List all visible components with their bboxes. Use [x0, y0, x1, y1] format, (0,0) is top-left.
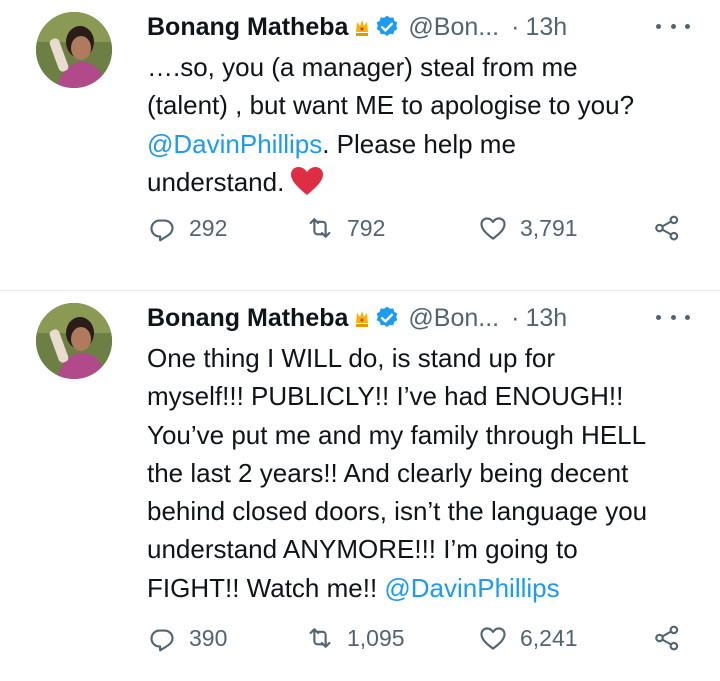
reply-icon: [150, 629, 174, 652]
crown-emoji-icon: [356, 311, 369, 327]
avatar-image: [36, 303, 112, 379]
crown-emoji-icon: [356, 20, 369, 36]
share-button[interactable]: [652, 623, 682, 653]
like-count: 3,791: [520, 214, 578, 241]
share-icon: [655, 215, 679, 241]
tweet-text-part: One thing I WILL do, is stand up for mys…: [147, 343, 648, 603]
tweet[interactable]: Bonang Matheba @Bon... · 13h ….so, you (…: [0, 0, 720, 291]
timestamp[interactable]: 13h: [525, 13, 567, 42]
retweet-count: 792: [347, 214, 386, 241]
tweet-text: ….so, you (a manager) steal from me (tal…: [147, 48, 704, 201]
verified-badge-icon: [377, 306, 398, 327]
red-heart-emoji-icon: [291, 166, 324, 195]
author-handle[interactable]: @Bon...: [408, 13, 499, 42]
avatar[interactable]: [36, 303, 112, 379]
retweet-count: 1,095: [347, 624, 405, 651]
author-name[interactable]: Bonang Matheba: [147, 304, 348, 333]
mention-link[interactable]: @DavinPhillips: [384, 573, 559, 603]
separator-dot: ·: [511, 12, 520, 41]
share-button[interactable]: [652, 213, 682, 243]
more-options-icon[interactable]: [656, 16, 690, 36]
reply-icon: [150, 219, 174, 242]
reply-count: 292: [189, 214, 228, 241]
retweet-button[interactable]: 792: [305, 213, 385, 243]
like-icon: [480, 627, 506, 650]
separator-dot: ·: [511, 303, 520, 332]
reply-button[interactable]: 292: [147, 213, 227, 243]
tweet-text-part: ….so, you (a manager) steal from me (tal…: [147, 52, 635, 121]
mention-link[interactable]: @DavinPhillips: [147, 129, 322, 159]
tweet-text: One thing I WILL do, is stand up for mys…: [147, 339, 704, 607]
verified-badge-icon: [377, 15, 398, 36]
like-button[interactable]: 6,241: [478, 623, 578, 653]
author-name[interactable]: Bonang Matheba: [147, 13, 348, 42]
author-handle[interactable]: @Bon...: [408, 304, 499, 333]
like-button[interactable]: 3,791: [478, 213, 578, 243]
retweet-button[interactable]: 1,095: [305, 623, 405, 653]
retweet-icon: [309, 628, 331, 648]
reply-button[interactable]: 390: [147, 623, 227, 653]
like-icon: [480, 217, 506, 240]
retweet-icon: [309, 218, 331, 238]
avatar-image: [36, 12, 112, 88]
tweet-header: Bonang Matheba @Bon... · 13h: [147, 301, 704, 335]
like-count: 6,241: [520, 624, 578, 651]
timestamp[interactable]: 13h: [525, 304, 567, 333]
tweet-header: Bonang Matheba @Bon... · 13h: [147, 10, 704, 44]
more-options-icon[interactable]: [656, 307, 690, 327]
avatar[interactable]: [36, 12, 112, 88]
share-icon: [655, 625, 679, 651]
reply-count: 390: [189, 624, 228, 651]
tweet[interactable]: Bonang Matheba @Bon... · 13h One thing I…: [0, 291, 720, 681]
